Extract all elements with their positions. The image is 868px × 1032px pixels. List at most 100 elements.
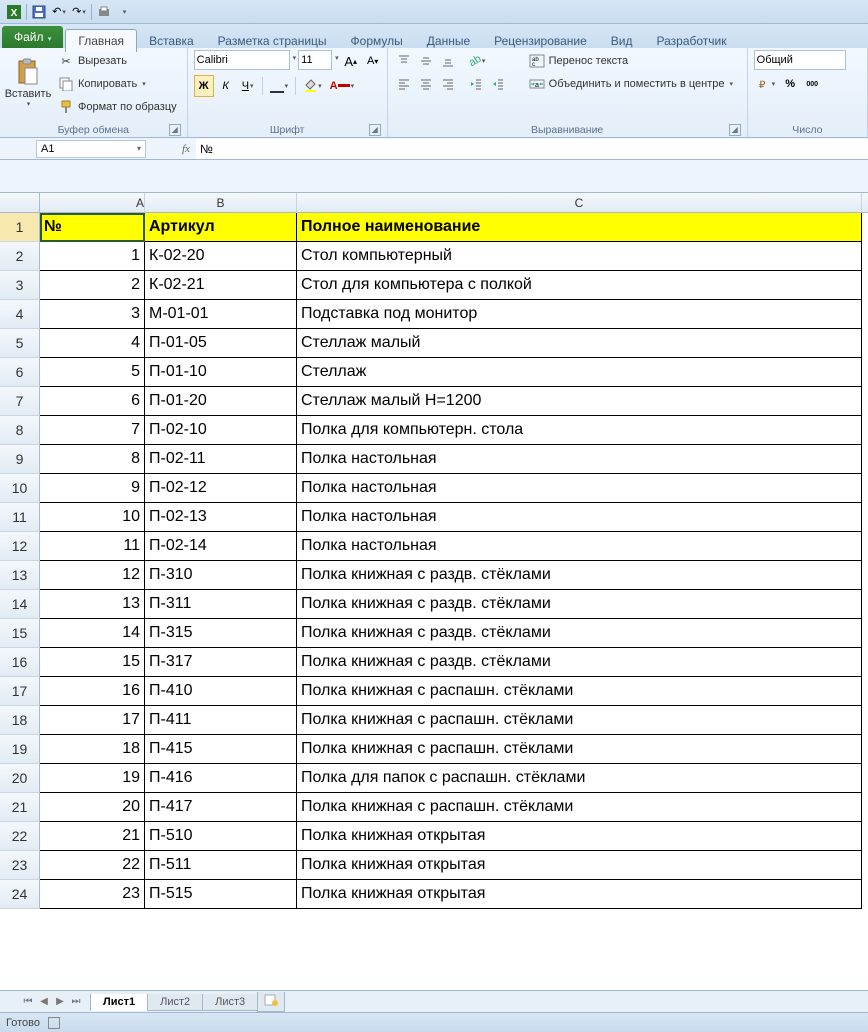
- cell[interactable]: П-02-12: [145, 474, 297, 503]
- font-name-combo[interactable]: [194, 50, 290, 70]
- row-header[interactable]: 20: [0, 764, 40, 793]
- row-header[interactable]: 12: [0, 532, 40, 561]
- row-header[interactable]: 22: [0, 822, 40, 851]
- cut-button[interactable]: ✂Вырезать: [54, 50, 181, 72]
- cell[interactable]: Полка книжная с раздв. стёклами: [297, 561, 862, 590]
- grow-font-button[interactable]: A▴: [341, 50, 361, 72]
- cell[interactable]: Полка книжная открытая: [297, 880, 862, 909]
- select-all-corner[interactable]: [0, 193, 40, 212]
- cell[interactable]: П-02-11: [145, 445, 297, 474]
- increase-indent-button[interactable]: [488, 73, 508, 95]
- row-header[interactable]: 2: [0, 242, 40, 271]
- row-header[interactable]: 23: [0, 851, 40, 880]
- cell[interactable]: П-416: [145, 764, 297, 793]
- paste-button[interactable]: Вставить ▾: [6, 50, 50, 116]
- cell[interactable]: П-415: [145, 735, 297, 764]
- row-header[interactable]: 10: [0, 474, 40, 503]
- cell[interactable]: 10: [40, 503, 145, 532]
- cell[interactable]: Полка настольная: [297, 532, 862, 561]
- row-header[interactable]: 21: [0, 793, 40, 822]
- cell[interactable]: П-317: [145, 648, 297, 677]
- sheet-tab[interactable]: Лист1: [90, 994, 148, 1011]
- cell[interactable]: М-01-01: [145, 300, 297, 329]
- file-tab[interactable]: Файл ▾: [2, 26, 63, 48]
- borders-button[interactable]: ▾: [267, 75, 292, 97]
- cell[interactable]: 9: [40, 474, 145, 503]
- bold-button[interactable]: Ж: [194, 75, 214, 97]
- row-header[interactable]: 13: [0, 561, 40, 590]
- underline-button[interactable]: Ч▾: [238, 75, 258, 97]
- fx-button[interactable]: fx: [176, 143, 196, 155]
- cell[interactable]: П-02-10: [145, 416, 297, 445]
- print-preview-icon[interactable]: [94, 3, 114, 21]
- row-header[interactable]: 7: [0, 387, 40, 416]
- cell[interactable]: Полка книжная с раздв. стёклами: [297, 648, 862, 677]
- align-left-button[interactable]: [394, 73, 414, 95]
- cell[interactable]: Стеллаж малый Н=1200: [297, 387, 862, 416]
- cell[interactable]: 7: [40, 416, 145, 445]
- cell[interactable]: Стеллаж: [297, 358, 862, 387]
- cell[interactable]: П-411: [145, 706, 297, 735]
- undo-icon[interactable]: ↶▾: [49, 3, 69, 21]
- format-painter-button[interactable]: Формат по образцу: [54, 96, 181, 118]
- cell[interactable]: К-02-21: [145, 271, 297, 300]
- row-header[interactable]: 15: [0, 619, 40, 648]
- column-header-c[interactable]: C: [297, 193, 862, 212]
- row-header[interactable]: 3: [0, 271, 40, 300]
- merge-center-button[interactable]: aОбъединить и поместить в центре ▾: [525, 73, 737, 95]
- cell[interactable]: Полка книжная открытая: [297, 851, 862, 880]
- align-bottom-button[interactable]: [438, 50, 458, 72]
- currency-button[interactable]: ₽▾: [754, 73, 779, 95]
- cell[interactable]: Полка книжная с распашн. стёклами: [297, 677, 862, 706]
- cell[interactable]: 21: [40, 822, 145, 851]
- sheet-nav-next[interactable]: ▶: [52, 994, 68, 1010]
- cell[interactable]: П-511: [145, 851, 297, 880]
- name-box[interactable]: A1▾: [36, 140, 146, 158]
- row-header[interactable]: 1: [0, 213, 40, 242]
- fill-color-button[interactable]: ▾: [300, 75, 325, 97]
- cell[interactable]: 16: [40, 677, 145, 706]
- cell[interactable]: Подставка под монитор: [297, 300, 862, 329]
- row-header[interactable]: 24: [0, 880, 40, 909]
- cell[interactable]: 11: [40, 532, 145, 561]
- align-middle-button[interactable]: [416, 50, 436, 72]
- cell[interactable]: Полка книжная с распашн. стёклами: [297, 793, 862, 822]
- cell[interactable]: П-315: [145, 619, 297, 648]
- cell[interactable]: 17: [40, 706, 145, 735]
- sheet-nav-first[interactable]: ⏮: [20, 994, 36, 1010]
- cell[interactable]: П-02-14: [145, 532, 297, 561]
- cell[interactable]: Полка настольная: [297, 445, 862, 474]
- cell[interactable]: 6: [40, 387, 145, 416]
- cell[interactable]: П-02-13: [145, 503, 297, 532]
- row-header[interactable]: 19: [0, 735, 40, 764]
- cell[interactable]: П-310: [145, 561, 297, 590]
- cell[interactable]: П-515: [145, 880, 297, 909]
- cell[interactable]: Полка настольная: [297, 474, 862, 503]
- cell[interactable]: Артикул: [145, 213, 297, 242]
- cell[interactable]: Полка книжная с раздв. стёклами: [297, 619, 862, 648]
- row-header[interactable]: 9: [0, 445, 40, 474]
- clipboard-launcher[interactable]: ◢: [169, 124, 181, 136]
- cell[interactable]: 8: [40, 445, 145, 474]
- cell[interactable]: П-410: [145, 677, 297, 706]
- decrease-indent-button[interactable]: [466, 73, 486, 95]
- cell[interactable]: 1: [40, 242, 145, 271]
- cell[interactable]: Стол компьютерный: [297, 242, 862, 271]
- row-header[interactable]: 6: [0, 358, 40, 387]
- align-top-button[interactable]: [394, 50, 414, 72]
- font-size-combo[interactable]: [298, 50, 332, 70]
- font-launcher[interactable]: ◢: [369, 124, 381, 136]
- align-center-button[interactable]: [416, 73, 436, 95]
- cell[interactable]: 12: [40, 561, 145, 590]
- row-header[interactable]: 16: [0, 648, 40, 677]
- cell[interactable]: П-510: [145, 822, 297, 851]
- cell[interactable]: Полка книжная с распашн. стёклами: [297, 735, 862, 764]
- cell[interactable]: 4: [40, 329, 145, 358]
- redo-icon[interactable]: ↷▾: [69, 3, 89, 21]
- alignment-launcher[interactable]: ◢: [729, 124, 741, 136]
- macro-record-icon[interactable]: [48, 1017, 60, 1029]
- cell[interactable]: 23: [40, 880, 145, 909]
- sheet-tab[interactable]: Лист2: [147, 994, 203, 1011]
- cell[interactable]: Полка для папок с распашн. стёклами: [297, 764, 862, 793]
- row-header[interactable]: 4: [0, 300, 40, 329]
